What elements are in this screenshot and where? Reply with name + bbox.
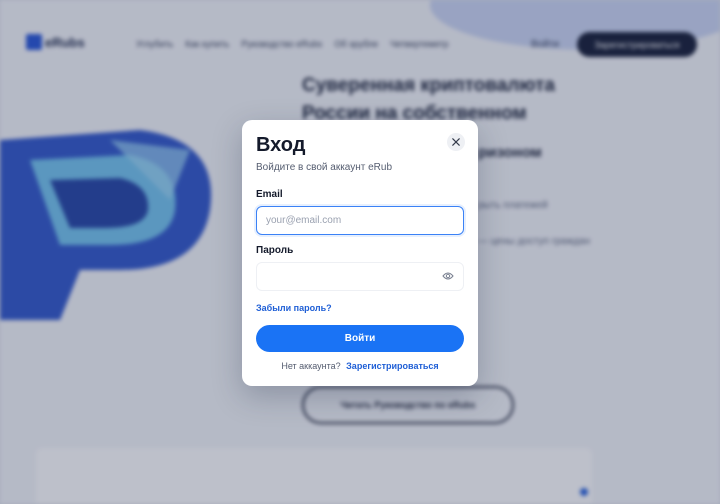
password-label: Пароль bbox=[256, 245, 294, 256]
login-modal: Вход Войдите в свой аккаунт eRub Email П… bbox=[242, 120, 478, 386]
modal-subtitle: Войдите в свой аккаунт eRub bbox=[256, 162, 393, 173]
login-submit-button[interactable]: Войти bbox=[256, 325, 464, 352]
modal-title: Вход bbox=[256, 134, 306, 156]
forgot-password-link[interactable]: Забыли пароль? bbox=[256, 303, 332, 313]
close-icon bbox=[452, 138, 460, 146]
password-field[interactable] bbox=[256, 262, 464, 291]
email-field[interactable] bbox=[256, 206, 464, 235]
eye-icon[interactable] bbox=[442, 271, 454, 281]
signup-link[interactable]: Зарегистрироваться bbox=[346, 361, 438, 371]
signup-prompt: Нет аккаунта? Зарегистрироваться bbox=[242, 361, 478, 371]
close-button[interactable] bbox=[447, 133, 465, 151]
no-account-text: Нет аккаунта? bbox=[281, 361, 341, 371]
email-label: Email bbox=[256, 189, 283, 200]
